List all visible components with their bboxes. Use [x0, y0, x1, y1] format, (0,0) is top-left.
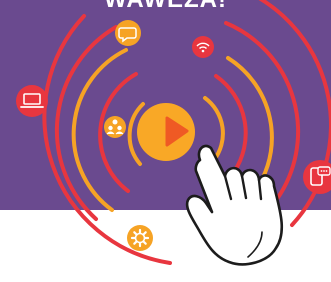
illustration-canvas	[0, 0, 331, 282]
play-button	[137, 103, 195, 161]
chat-bubble-icon	[115, 20, 141, 46]
gear-icon	[127, 225, 153, 251]
wifi-icon	[192, 36, 214, 58]
hero-illustration: WAWEZA!	[0, 0, 331, 282]
page-title: WAWEZA!	[0, 0, 331, 14]
laptop-icon	[16, 85, 48, 117]
people-icon	[104, 116, 126, 138]
